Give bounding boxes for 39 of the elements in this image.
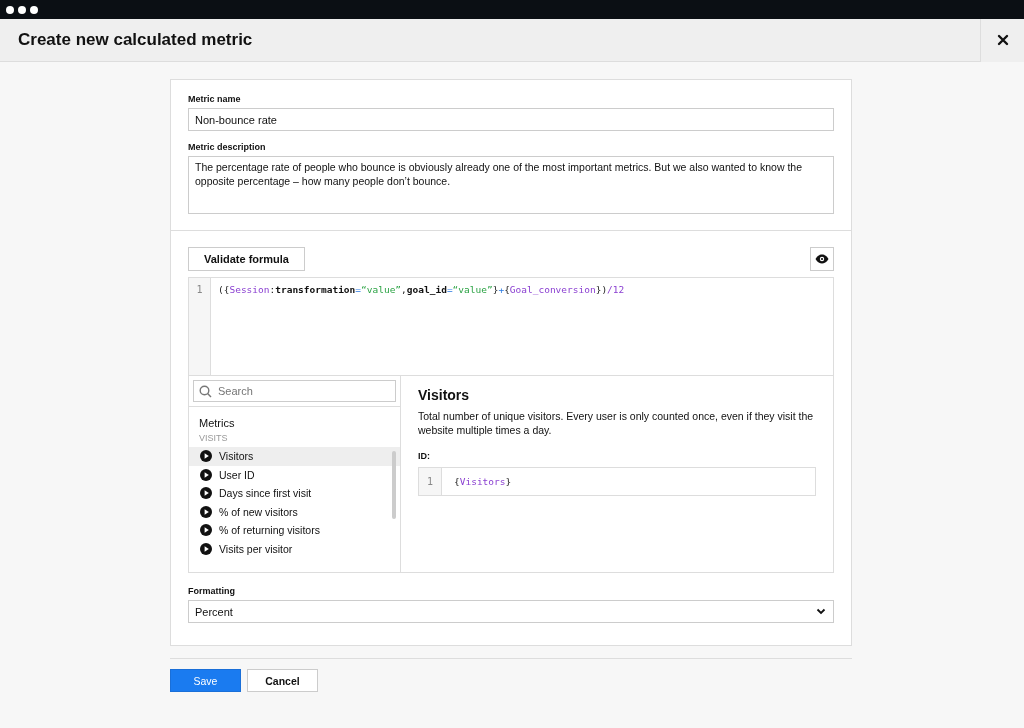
metric-title: Visitors [418,387,471,403]
close-button[interactable] [980,18,1024,62]
field-label: Metric name [188,94,242,104]
search-field[interactable]: Search [193,380,396,402]
list-heading: Metrics [198,417,236,431]
cancel-button[interactable]: Cancel [247,669,318,692]
chevron-down-icon [816,608,826,615]
eye-icon [815,254,829,264]
play-circle-icon [200,450,212,463]
formatting-dropdown[interactable]: Percent [188,600,834,623]
dialog-title: Create new calculated metric [17,30,254,50]
metric-list-item[interactable]: % of new visitors [189,502,400,521]
metric-list-item[interactable]: Visitors [189,447,400,466]
play-circle-icon [200,524,212,537]
code-line: {Visitors} [454,476,512,487]
id-label: ID: [418,451,431,461]
field-label: Metric description [188,142,267,152]
group-label: VISITS [198,433,229,445]
scrollbar[interactable] [392,451,396,519]
metric-list-item[interactable]: Visits per visitor [189,539,400,558]
preview-button[interactable] [810,247,834,271]
play-circle-icon [200,468,212,481]
play-circle-icon [200,505,212,518]
line-number: 1 [195,284,204,295]
play-circle-icon [200,487,212,500]
metric-list-item[interactable]: % of returning visitors [189,521,400,540]
play-circle-icon [200,542,212,555]
metric-description-field[interactable]: The percentage rate of people who bounce is obviously already one of the most important metrics. But we also wanted to know the opposite percentage – how many people don’t bounce. [188,156,834,214]
metric-list-item[interactable]: User ID [189,465,400,484]
metric-list-item[interactable]: Days since first visit [189,484,400,503]
metric-description: Total number of unique visitors. Every user is only counted once, even if they visit the website multiple times a day. [418,409,815,437]
formula-editor[interactable]: 1 ({Session:transformation=“value”,goal_id=“value”}+{Goal_conversion})/12 [188,277,834,375]
validate-formula-button[interactable]: Validate formula [188,247,305,271]
line-number: 1 [426,476,434,487]
metric-name-field[interactable]: Non-bounce rate [188,108,834,131]
save-button[interactable]: Save [170,669,241,692]
field-label: Formatting [188,586,236,596]
close-icon [996,34,1009,46]
code-line: ({Session:transformation=“value”,goal_id=“value”}+{Goal_conversion})/12 [218,284,625,295]
